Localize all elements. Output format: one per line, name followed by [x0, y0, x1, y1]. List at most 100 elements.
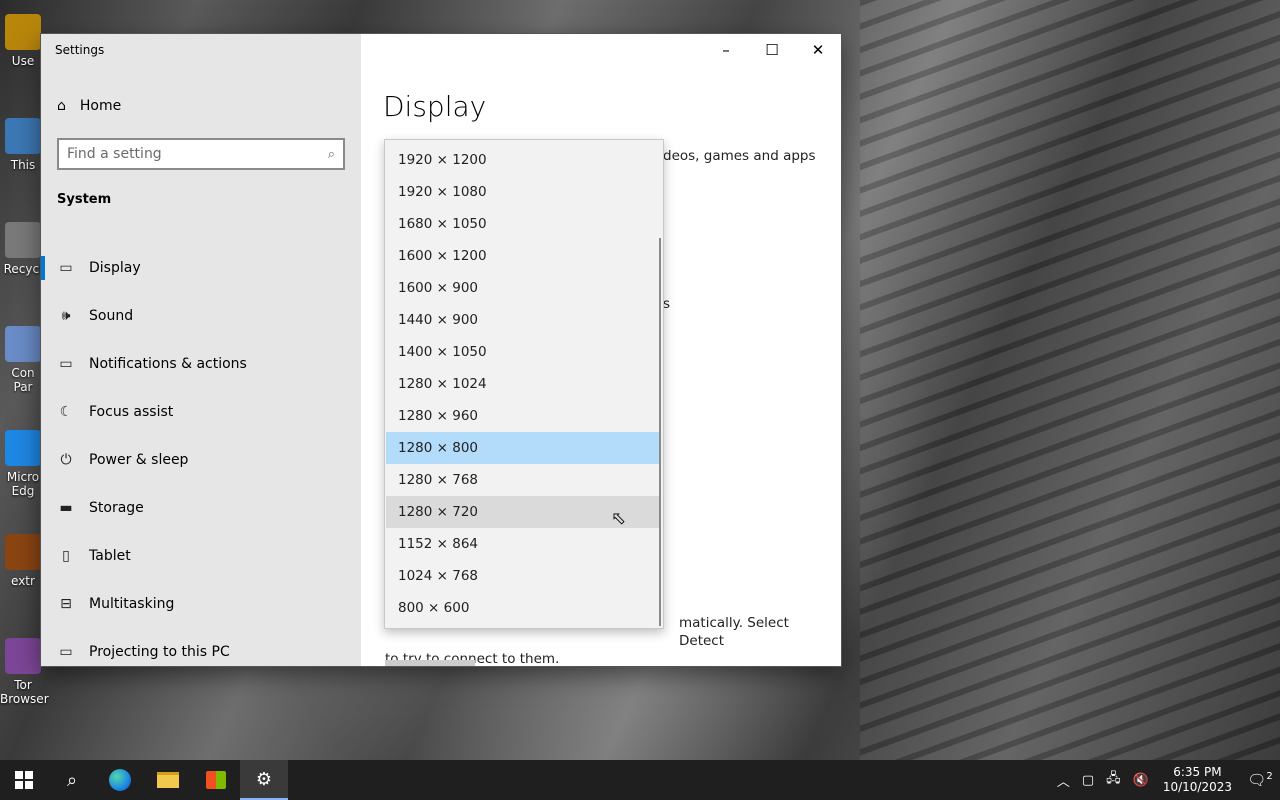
notification-icon: ▭ — [59, 356, 73, 372]
clock-date: 10/10/2023 — [1162, 780, 1232, 794]
action-center-button[interactable]: 🗨2 — [1240, 771, 1280, 789]
system-tray: ︿ ▢ 🖧 🔇 6:35 PM 10/10/2023 🗨2 — [1051, 760, 1280, 800]
resolution-option[interactable]: 1920 × 1080 — [386, 176, 660, 208]
sidebar-item-focus-assist[interactable]: ☾ Focus assist — [41, 388, 361, 436]
store-taskbar-button[interactable] — [192, 760, 240, 800]
desktop-icon-label: This — [10, 158, 36, 172]
home-link[interactable]: ⌂ Home — [57, 98, 121, 114]
sidebar-item-label: Display — [89, 260, 141, 276]
page-title: Display — [383, 90, 487, 123]
mouse-cursor-icon: ⬁ — [611, 508, 627, 529]
partial-text: s — [663, 296, 671, 312]
detect-button[interactable] — [385, 660, 475, 666]
resolution-option[interactable]: 1280 × 800 — [386, 432, 660, 464]
settings-taskbar-button[interactable]: ⚙ — [240, 760, 288, 800]
window-controls: – ☐ ✕ — [703, 34, 841, 66]
moon-icon: ☾ — [59, 404, 73, 420]
start-button[interactable] — [0, 760, 48, 800]
resolution-option[interactable]: 1024 × 768 — [386, 560, 660, 592]
clock[interactable]: 6:35 PM 10/10/2023 — [1155, 765, 1240, 795]
tablet-icon: ▯ — [62, 548, 70, 564]
resolution-option[interactable]: 1680 × 1050 — [386, 208, 660, 240]
desktop-icon[interactable]: extr — [0, 534, 46, 588]
desktop-icon-image — [5, 534, 41, 570]
dropdown-scrollbar[interactable] — [659, 238, 661, 626]
resolution-option[interactable]: 800 × 600 — [386, 592, 660, 624]
sidebar-item-sound[interactable]: 🕪 Sound — [41, 292, 361, 340]
desktop-icon[interactable]: Use — [0, 14, 46, 68]
desktop-icon-label: Use — [11, 54, 35, 68]
monitor-icon: ▭ — [59, 260, 73, 276]
desktop-icon[interactable]: Recycl — [0, 222, 46, 276]
search-placeholder: Find a setting — [67, 146, 162, 162]
sidebar-item-multitasking[interactable]: ⊟ Multitasking — [41, 580, 361, 628]
desktop-icon-image — [5, 118, 41, 154]
sidebar-item-label: Storage — [89, 500, 144, 516]
network-icon[interactable]: 🖧 — [1100, 769, 1127, 791]
search-icon: ⌕ — [327, 146, 335, 162]
projecting-icon: ▭ — [59, 644, 73, 660]
desktop-icon-label: Tor Browser — [0, 678, 49, 706]
resolution-option[interactable]: 1440 × 900 — [386, 304, 660, 336]
sidebar-item-label: Focus assist — [89, 404, 174, 420]
desktop-icon-image — [5, 326, 41, 362]
desktop-icon-label: Con Par — [11, 366, 35, 394]
notification-icon: 🗨 — [1247, 771, 1267, 789]
storage-icon: ▬ — [59, 500, 73, 516]
sidebar-item-label: Power & sleep — [89, 452, 189, 468]
edge-taskbar-button[interactable] — [96, 760, 144, 800]
resolution-option[interactable]: 1600 × 900 — [386, 272, 660, 304]
desktop-icon[interactable]: Con Par — [0, 326, 46, 394]
chevron-up-icon[interactable]: ︿ — [1051, 771, 1076, 790]
section-label: System — [57, 192, 112, 207]
speaker-icon: 🕪 — [61, 308, 71, 324]
resolution-option[interactable]: 1280 × 1024 — [386, 368, 660, 400]
close-button[interactable]: ✕ — [795, 34, 841, 66]
resolution-option[interactable]: 1600 × 1200 — [386, 240, 660, 272]
desktop-icon[interactable]: Tor Browser — [0, 638, 49, 706]
store-icon — [206, 771, 226, 789]
search-icon: ⌕ — [66, 769, 78, 791]
desktop-icon-label: Micro Edg — [6, 470, 40, 498]
search-taskbar-button[interactable]: ⌕ — [48, 760, 96, 800]
desktop-icon[interactable]: This — [0, 118, 46, 172]
desktop-icon-label: extr — [11, 574, 35, 588]
sidebar-item-projecting-to-this-pc[interactable]: ▭ Projecting to this PC — [41, 628, 361, 676]
sidebar-item-label: Tablet — [89, 548, 131, 564]
desktop-icon-image — [5, 430, 41, 466]
home-label: Home — [79, 98, 122, 114]
sidebar-item-power-sleep[interactable]: ⏻ Power & sleep — [41, 436, 361, 484]
search-input[interactable]: Find a setting ⌕ — [57, 138, 345, 170]
desktop-icon-image — [5, 638, 41, 674]
sidebar-item-notifications-actions[interactable]: ▭ Notifications & actions — [41, 340, 361, 388]
sidebar-item-label: Projecting to this PC — [89, 644, 230, 660]
desktop-icon-image — [5, 14, 41, 50]
resolution-option[interactable]: 1152 × 864 — [386, 528, 660, 560]
power-icon: ⏻ — [60, 452, 72, 468]
maximize-button[interactable]: ☐ — [749, 34, 795, 66]
minimize-button[interactable]: – — [703, 34, 749, 66]
window-title: Settings — [55, 43, 105, 57]
resolution-option[interactable]: 1400 × 1050 — [386, 336, 660, 368]
sidebar-item-storage[interactable]: ▬ Storage — [41, 484, 361, 532]
desktop-icon-image — [5, 222, 41, 258]
sidebar-item-tablet[interactable]: ▯ Tablet — [41, 532, 361, 580]
multitasking-icon: ⊟ — [60, 596, 72, 612]
taskbar: ⌕ ⚙ ︿ ▢ 🖧 🔇 6:35 PM 10/10/2023 🗨2 — [0, 760, 1280, 800]
resolution-option[interactable]: 1280 × 768 — [386, 464, 660, 496]
volume-muted-icon[interactable]: 🔇 — [1127, 773, 1155, 788]
resolution-dropdown[interactable]: 1920 × 1200 1920 × 1080 1680 × 1050 1600 × … — [384, 139, 664, 629]
resolution-option[interactable]: 1920 × 1200 — [386, 144, 660, 176]
sidebar-item-display[interactable]: ▭ Display — [41, 244, 361, 292]
folder-icon — [157, 772, 179, 788]
description-text: deos, games and apps — [663, 148, 816, 164]
file-explorer-taskbar-button[interactable] — [144, 760, 192, 800]
notification-count: 2 — [1266, 771, 1273, 782]
home-icon: ⌂ — [57, 98, 66, 114]
desktop-icon[interactable]: Micro Edg — [0, 430, 46, 498]
gear-icon: ⚙ — [255, 768, 273, 790]
windows-logo-icon — [15, 771, 33, 789]
wallpaper-texture — [860, 0, 1280, 760]
resolution-option[interactable]: 1280 × 960 — [386, 400, 660, 432]
meet-now-icon[interactable]: ▢ — [1076, 773, 1100, 788]
